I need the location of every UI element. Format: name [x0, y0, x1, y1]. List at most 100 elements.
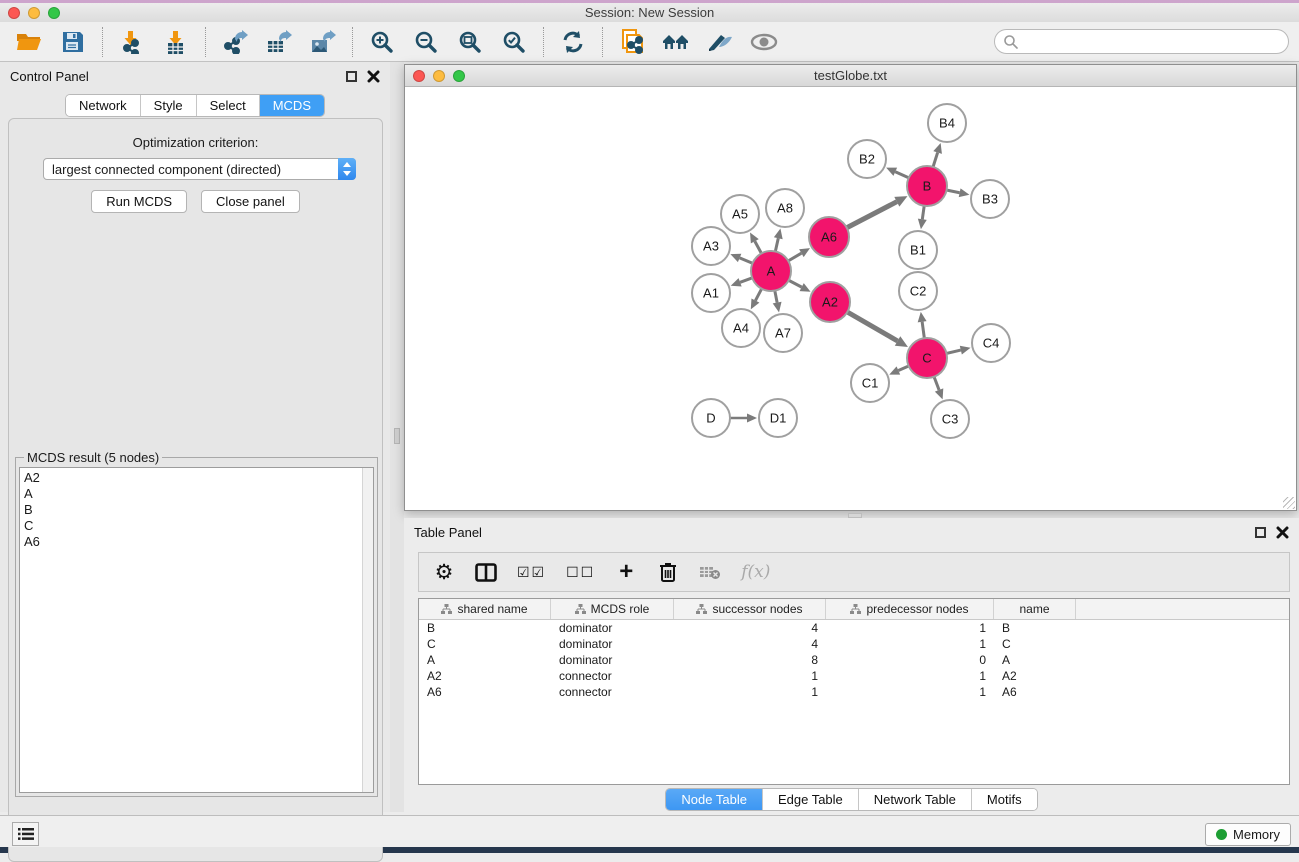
table-row[interactable]: A2connector11A2	[419, 668, 1289, 684]
vertical-split-handle[interactable]	[394, 428, 400, 444]
task-history-button[interactable]	[12, 822, 39, 846]
tab-network-table[interactable]: Network Table	[859, 789, 972, 810]
tab-mcds[interactable]: MCDS	[260, 95, 324, 116]
control-panel-title: Control Panel	[10, 69, 89, 84]
column-header-predecessor-nodes[interactable]: predecessor nodes	[826, 599, 994, 619]
graph-node-B1[interactable]: B1	[899, 231, 937, 269]
result-item[interactable]: B	[24, 502, 358, 518]
table-cell: connector	[551, 685, 674, 699]
memory-label: Memory	[1233, 827, 1280, 842]
graph-node-D1[interactable]: D1	[759, 399, 797, 437]
export-network-icon[interactable]	[218, 26, 252, 58]
graph-node-C2[interactable]: C2	[899, 272, 937, 310]
resize-grip-icon[interactable]	[1283, 497, 1295, 509]
column-header-MCDS-role[interactable]: MCDS role	[551, 599, 674, 619]
table-row[interactable]: Cdominator41C	[419, 636, 1289, 652]
graph-node-D[interactable]: D	[692, 399, 730, 437]
graph-node-A[interactable]: A	[751, 251, 791, 291]
refresh-icon[interactable]	[556, 26, 590, 58]
run-mcds-button[interactable]: Run MCDS	[91, 190, 187, 213]
zoom-fit-icon[interactable]	[453, 26, 487, 58]
svg-text:B1: B1	[910, 243, 926, 258]
settings-gear-icon[interactable]: ⚙	[433, 557, 455, 587]
duplicate-network-icon[interactable]	[615, 26, 649, 58]
svg-text:C3: C3	[942, 412, 959, 427]
graph-node-C[interactable]: C	[907, 338, 947, 378]
zoom-in-icon[interactable]	[365, 26, 399, 58]
result-item[interactable]: A6	[24, 534, 358, 550]
tab-style[interactable]: Style	[141, 95, 197, 116]
graph-node-B4[interactable]: B4	[928, 104, 966, 142]
tab-edge-table[interactable]: Edge Table	[763, 789, 859, 810]
export-table-icon[interactable]	[262, 26, 296, 58]
graph-node-C1[interactable]: C1	[851, 364, 889, 402]
search-input[interactable]	[994, 29, 1289, 54]
network-canvas[interactable]: A A1 A3 A4 A5 A7 A8A6 A2 B B1 B2 B3B4 C C1 C2 C3 C4 D D1	[405, 87, 1296, 510]
memory-button[interactable]: Memory	[1205, 823, 1291, 846]
criterion-select[interactable]: largest connected component (directed)	[43, 158, 356, 180]
select-all-icon[interactable]: ☑☑	[517, 557, 546, 587]
table-row[interactable]: Adominator80A	[419, 652, 1289, 668]
result-scrollbar[interactable]	[362, 468, 373, 792]
import-network-icon[interactable]	[115, 26, 149, 58]
graph-node-C4[interactable]: C4	[972, 324, 1010, 362]
graph-node-A6[interactable]: A6	[809, 217, 849, 257]
table-cell: 1	[674, 669, 826, 683]
graph-node-A3[interactable]: A3	[692, 227, 730, 265]
delete-column-icon[interactable]	[657, 557, 679, 587]
deselect-all-icon[interactable]: ☐☐	[566, 557, 595, 587]
tab-network[interactable]: Network	[66, 95, 141, 116]
graph-node-A8[interactable]: A8	[766, 189, 804, 227]
split-panel-icon[interactable]	[475, 557, 497, 587]
overview-icon[interactable]	[659, 26, 693, 58]
column-header-successor-nodes[interactable]: successor nodes	[674, 599, 826, 619]
table-cell: dominator	[551, 621, 674, 635]
zoom-selected-icon[interactable]	[497, 26, 531, 58]
network-window-titlebar[interactable]: testGlobe.txt	[405, 65, 1296, 87]
graph-node-A7[interactable]: A7	[764, 314, 802, 352]
tab-node-table[interactable]: Node Table	[666, 789, 763, 810]
add-column-icon[interactable]: +	[615, 557, 637, 587]
eye-icon[interactable]	[747, 26, 781, 58]
optimization-criterion-label: Optimization criterion:	[9, 135, 382, 150]
zoom-out-icon[interactable]	[409, 26, 443, 58]
select-spinner-icon[interactable]	[338, 158, 356, 180]
table-row[interactable]: Bdominator41B	[419, 620, 1289, 636]
tab-select[interactable]: Select	[197, 95, 260, 116]
show-hide-graphics-icon[interactable]	[703, 26, 737, 58]
column-header-shared-name[interactable]: shared name	[419, 599, 551, 619]
graph-node-A4[interactable]: A4	[722, 309, 760, 347]
graph-node-B2[interactable]: B2	[848, 140, 886, 178]
close-panel-icon[interactable]	[367, 70, 380, 83]
folder-open-icon[interactable]	[12, 26, 46, 58]
result-item[interactable]: A	[24, 486, 358, 502]
float-panel-icon[interactable]	[346, 71, 357, 82]
delete-table-icon	[699, 557, 721, 587]
table-cell: 1	[826, 621, 994, 635]
table-tabs: Node TableEdge TableNetwork TableMotifs	[665, 788, 1037, 811]
graph-node-A1[interactable]: A1	[692, 274, 730, 312]
close-panel-button[interactable]: Close panel	[201, 190, 300, 213]
graph-node-B3[interactable]: B3	[971, 180, 1009, 218]
svg-text:C: C	[922, 351, 931, 366]
result-item[interactable]: C	[24, 518, 358, 534]
close-table-panel-icon[interactable]	[1276, 526, 1289, 539]
function-builder-icon: f(x)	[741, 557, 770, 587]
tab-motifs[interactable]: Motifs	[972, 789, 1037, 810]
table-cell: 8	[674, 653, 826, 667]
column-header-name[interactable]: name	[994, 599, 1076, 619]
svg-text:A3: A3	[703, 239, 719, 254]
mcds-result-list[interactable]: A2ABCA6	[19, 467, 374, 793]
svg-text:D1: D1	[770, 411, 787, 426]
graph-node-A2[interactable]: A2	[810, 282, 850, 322]
table-row[interactable]: A6connector11A6	[419, 684, 1289, 700]
float-table-panel-icon[interactable]	[1255, 527, 1266, 538]
result-item[interactable]: A2	[24, 470, 358, 486]
graph-node-B[interactable]: B	[907, 166, 947, 206]
save-icon[interactable]	[56, 26, 90, 58]
graph-node-A5[interactable]: A5	[721, 195, 759, 233]
export-image-icon[interactable]	[306, 26, 340, 58]
node-table[interactable]: shared nameMCDS rolesuccessor nodesprede…	[418, 598, 1290, 785]
import-table-icon[interactable]	[159, 26, 193, 58]
graph-node-C3[interactable]: C3	[931, 400, 969, 438]
